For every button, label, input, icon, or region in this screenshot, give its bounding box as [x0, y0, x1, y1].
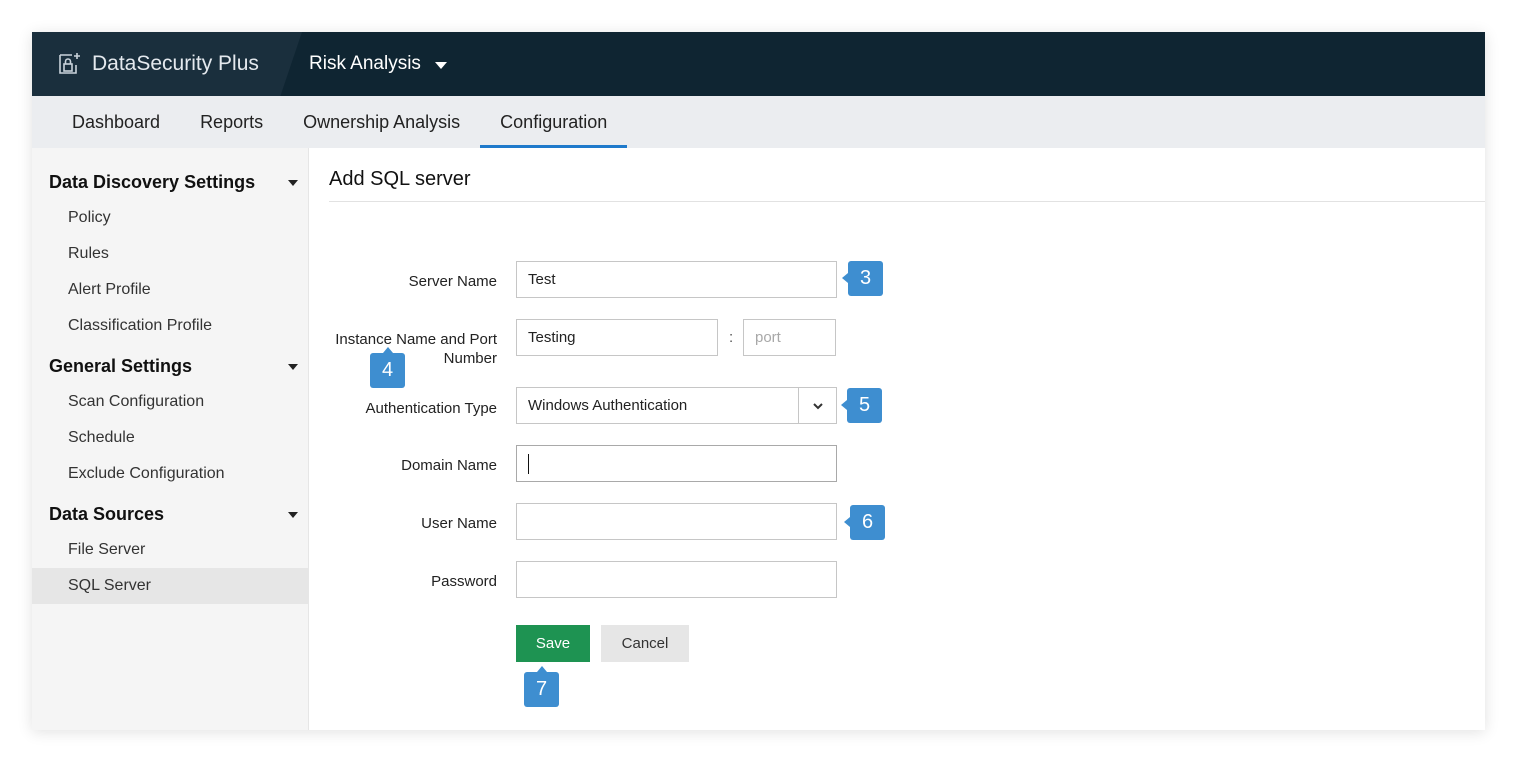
- sidebar-item-scan-configuration[interactable]: Scan Configuration: [32, 384, 308, 420]
- domain-name-label: Domain Name: [401, 457, 497, 474]
- brand[interactable]: DataSecurity Plus: [32, 32, 302, 96]
- caret-down-icon: [288, 364, 298, 370]
- auth-type-select[interactable]: Windows Authentication: [516, 387, 837, 424]
- tab-configuration[interactable]: Configuration: [480, 96, 628, 148]
- callout-badge: 3: [842, 261, 883, 296]
- app-window: DataSecurity Plus Risk Analysis Dashboar…: [32, 32, 1485, 730]
- sidebar-group-label: General Settings: [49, 355, 193, 376]
- sidebar-item-exclude-configuration[interactable]: Exclude Configuration: [32, 456, 308, 492]
- main-content: Add SQL server Server Name Test 3 Instan…: [309, 148, 1485, 730]
- port-input[interactable]: port: [743, 319, 836, 356]
- sidebar-group-label: Data Sources: [49, 503, 165, 524]
- user-name-label: User Name: [421, 515, 497, 532]
- sidebar-group-data-sources[interactable]: Data Sources: [32, 496, 308, 532]
- caret-down-icon: [434, 62, 447, 69]
- user-name-input[interactable]: [516, 503, 837, 540]
- sidebar-item-policy[interactable]: Policy: [32, 200, 308, 236]
- server-name-label: Server Name: [408, 273, 497, 290]
- password-label: Password: [431, 573, 497, 590]
- sidebar-item-schedule[interactable]: Schedule: [32, 420, 308, 456]
- sidebar-item-sql-server[interactable]: SQL Server: [32, 568, 308, 604]
- lock-document-icon: [59, 53, 80, 74]
- app-name: DataSecurity Plus: [92, 52, 259, 75]
- module-selector[interactable]: Risk Analysis: [309, 32, 447, 96]
- caret-down-icon: [288, 180, 298, 186]
- sidebar-group-label: Data Discovery Settings: [49, 171, 256, 192]
- port-separator: :: [729, 329, 734, 346]
- tab-reports[interactable]: Reports: [180, 96, 283, 148]
- callout-badge: 4: [370, 347, 405, 388]
- caret-down-icon: [288, 512, 298, 518]
- top-bar: DataSecurity Plus Risk Analysis: [32, 32, 1485, 96]
- sidebar-item-file-server[interactable]: File Server: [32, 532, 308, 568]
- auth-type-label: Authentication Type: [365, 400, 497, 417]
- sidebar-item-rules[interactable]: Rules: [32, 236, 308, 272]
- sidebar-group-data-discovery[interactable]: Data Discovery Settings: [32, 164, 308, 200]
- save-button[interactable]: Save: [516, 625, 590, 662]
- select-toggle[interactable]: [798, 388, 836, 423]
- text-cursor: [528, 453, 529, 474]
- server-name-input[interactable]: Test: [516, 261, 837, 298]
- sidebar-item-classification-profile[interactable]: Classification Profile: [32, 308, 308, 344]
- instance-label: Instance Name and Port Number: [329, 330, 497, 368]
- main-tabs: Dashboard Reports Ownership Analysis Con…: [32, 96, 1485, 148]
- domain-name-input[interactable]: [516, 445, 837, 482]
- module-label: Risk Analysis: [309, 53, 421, 74]
- chevron-down-icon: [812, 402, 823, 409]
- sidebar: Data Discovery Settings Policy Rules Ale…: [32, 148, 309, 730]
- instance-name-input[interactable]: Testing: [516, 319, 718, 356]
- instance-label-line2: Number: [443, 350, 497, 367]
- cancel-button[interactable]: Cancel: [601, 625, 689, 662]
- sidebar-item-alert-profile[interactable]: Alert Profile: [32, 272, 308, 308]
- instance-label-line1: Instance Name and Port: [335, 331, 497, 348]
- tab-ownership-analysis[interactable]: Ownership Analysis: [283, 96, 480, 148]
- auth-type-value: Windows Authentication: [528, 397, 688, 414]
- callout-badge: 7: [524, 666, 559, 707]
- password-input[interactable]: [516, 561, 837, 598]
- sidebar-group-general-settings[interactable]: General Settings: [32, 348, 308, 384]
- callout-badge: 6: [844, 505, 885, 540]
- callout-badge: 5: [841, 388, 882, 423]
- divider: [329, 201, 1485, 202]
- page-title: Add SQL server: [329, 168, 471, 190]
- tab-dashboard[interactable]: Dashboard: [52, 96, 180, 148]
